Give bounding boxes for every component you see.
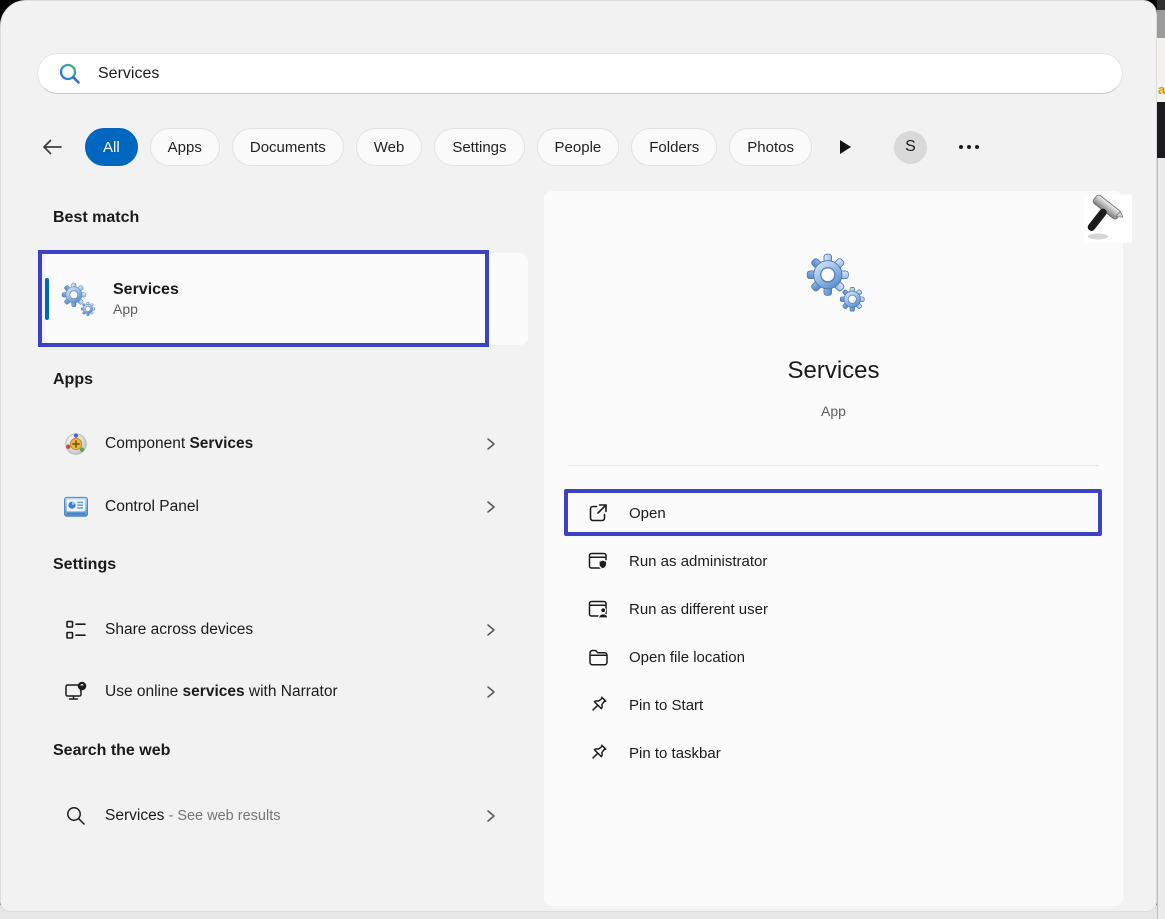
chevron-right-icon <box>484 435 498 453</box>
folder-icon <box>587 646 609 668</box>
action-pin-to-start[interactable]: Pin to Start <box>564 685 1103 725</box>
filter-tab-row: All Apps Documents Web Settings People F… <box>37 125 1123 169</box>
tab-people[interactable]: People <box>537 128 620 166</box>
search-flyout-window: All Apps Documents Web Settings People F… <box>0 0 1157 912</box>
result-row-narrator-online-services[interactable]: Use online services with Narrator <box>37 669 528 715</box>
services-gears-icon <box>59 280 97 318</box>
section-heading-best-match: Best match <box>53 209 139 227</box>
result-row-web-search[interactable]: Services - See web results <box>37 793 528 839</box>
hammer-cursor-icon <box>1084 194 1132 243</box>
chevron-right-icon <box>484 683 498 701</box>
desktop-edge-black <box>1157 102 1165 158</box>
best-match-subtitle: App <box>113 300 179 318</box>
web-search-icon <box>63 803 89 829</box>
user-avatar[interactable]: S <box>894 131 927 164</box>
run-as-admin-icon <box>587 550 609 572</box>
result-row-component-services[interactable]: Component Services <box>37 421 528 467</box>
search-icon <box>58 62 82 86</box>
tab-folders[interactable]: Folders <box>631 128 717 166</box>
pin-icon <box>587 694 609 716</box>
share-across-devices-icon <box>63 617 89 643</box>
preview-subtitle: App <box>544 403 1123 419</box>
narrator-monitor-icon <box>63 679 89 705</box>
more-options-icon[interactable] <box>953 139 985 155</box>
desktop-edge-light: a <box>1157 38 1165 102</box>
preview-title: Services <box>544 357 1123 385</box>
tab-photos[interactable]: Photos <box>729 128 812 166</box>
section-heading-search-the-web: Search the web <box>53 742 170 760</box>
control-panel-icon <box>63 494 89 520</box>
tab-documents[interactable]: Documents <box>232 128 344 166</box>
tabs-scroll-right-icon[interactable] <box>838 139 852 155</box>
search-input[interactable] <box>98 65 1108 83</box>
divider <box>568 465 1099 466</box>
result-row-share-across-devices[interactable]: Share across devices <box>37 607 528 653</box>
tab-apps[interactable]: Apps <box>150 128 220 166</box>
open-external-icon <box>587 502 609 524</box>
component-services-icon <box>63 431 89 457</box>
tab-all[interactable]: All <box>85 128 138 166</box>
section-heading-apps: Apps <box>53 371 93 389</box>
search-bar <box>37 53 1123 94</box>
best-match-title: Services <box>113 280 179 301</box>
section-heading-settings: Settings <box>53 556 116 574</box>
edge-peek-text: a <box>1158 82 1165 97</box>
pin-icon <box>587 742 609 764</box>
chevron-right-icon <box>484 807 498 825</box>
desktop-edge-bottom <box>1157 158 1165 919</box>
best-match-card[interactable]: Services App <box>45 253 528 345</box>
services-gears-icon-large <box>802 249 868 315</box>
desktop-edge-dark-top <box>1157 0 1165 10</box>
preview-panel: Services App Open <box>544 191 1123 906</box>
result-row-control-panel[interactable]: Control Panel <box>37 484 528 530</box>
desktop-edge-gray <box>1157 10 1165 38</box>
selection-indicator <box>45 278 49 320</box>
tab-web[interactable]: Web <box>356 128 423 166</box>
action-open[interactable]: Open <box>564 493 1103 533</box>
action-open-file-location[interactable]: Open file location <box>564 637 1103 677</box>
back-arrow-icon[interactable] <box>37 132 67 162</box>
action-run-as-different-user[interactable]: Run as different user <box>564 589 1103 629</box>
chevron-right-icon <box>484 498 498 516</box>
action-pin-to-taskbar[interactable]: Pin to taskbar <box>564 733 1103 773</box>
run-as-different-user-icon <box>587 598 609 620</box>
chevron-right-icon <box>484 621 498 639</box>
action-run-as-administrator[interactable]: Run as administrator <box>564 541 1103 581</box>
screen: a All Apps Documents Web Settings People <box>0 0 1165 919</box>
tab-settings[interactable]: Settings <box>434 128 524 166</box>
